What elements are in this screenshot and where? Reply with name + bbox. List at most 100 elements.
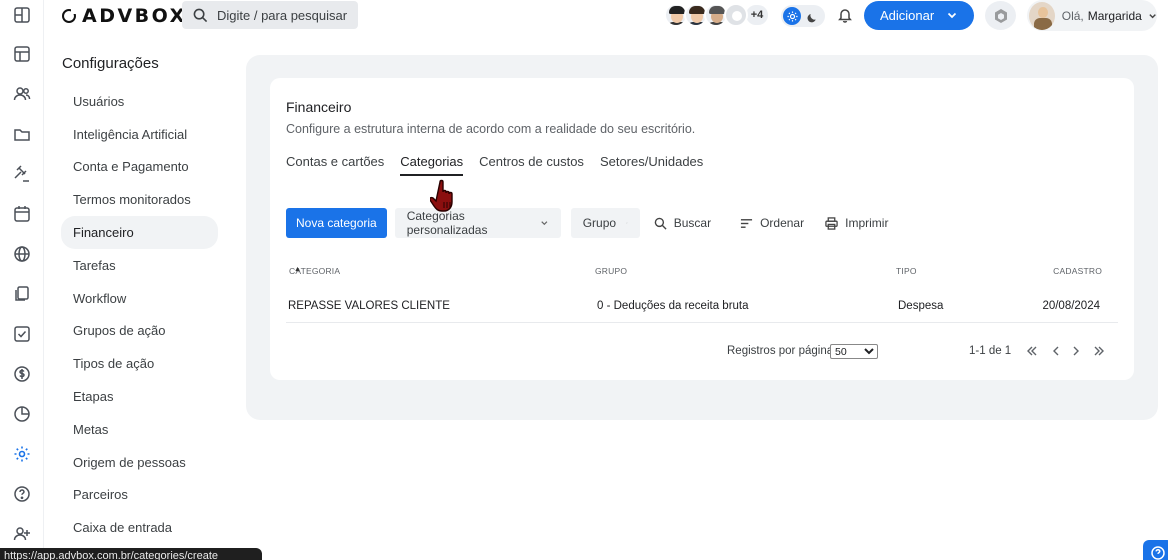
sidebar-item[interactable]: Conta e Pagamento (61, 151, 218, 184)
search-icon (654, 217, 667, 230)
search-button-label: Buscar (673, 216, 712, 230)
online-users[interactable]: +4 (664, 3, 770, 29)
check-square-icon[interactable] (13, 325, 31, 343)
globe-icon[interactable] (13, 245, 31, 263)
rows-per-page-select[interactable]: 50 (830, 344, 878, 359)
help-icon[interactable] (13, 485, 31, 503)
chevron-down-icon (541, 221, 548, 226)
print-button-label: Imprimir (845, 216, 889, 230)
group-select[interactable]: Grupo (570, 208, 640, 238)
pagination: Registros por página 50 1-1 de 1 (286, 344, 1118, 360)
tab-bar: Contas e cartões Categorias Centros de cus… (286, 154, 719, 176)
next-page-icon[interactable] (1069, 344, 1083, 358)
sidebar-item[interactable]: Metas (61, 413, 218, 446)
chevron-down-icon (626, 222, 628, 224)
dollar-icon[interactable] (13, 365, 31, 383)
column-header-type[interactable]: TIPO (896, 266, 917, 276)
cell-date: 20/08/2024 (1042, 300, 1100, 312)
sun-icon[interactable] (783, 7, 801, 25)
question-icon (1151, 546, 1165, 560)
folder-icon[interactable] (13, 125, 31, 143)
sort-asc-icon: ▲ (294, 266, 302, 273)
table-header: CATEGORIA ▲ GRUPO TIPO CADASTRO (286, 266, 1118, 280)
add-user-icon[interactable] (13, 525, 31, 543)
category-type-select[interactable]: Categorias personalizadas (394, 208, 561, 238)
cell-type: Despesa (898, 300, 944, 312)
tab[interactable]: Setores/Unidades (600, 154, 703, 176)
calendar-icon[interactable] (13, 205, 31, 223)
search-button[interactable]: Buscar (654, 216, 711, 230)
sidebar-item[interactable]: Tipos de ação (61, 347, 218, 380)
page-title: Financeiro (286, 99, 352, 115)
bell-icon[interactable] (837, 7, 853, 23)
last-page-icon[interactable] (1092, 344, 1106, 358)
sidebar-item[interactable]: Origem de pessoas (61, 446, 218, 479)
table-row[interactable]: REPASSE VALORES CLIENTE 0 - Deduções da … (286, 290, 1118, 323)
user-name: Margarida (1087, 8, 1142, 23)
hexagon-logo-icon (994, 8, 1007, 23)
tutorial-button[interactable] (985, 1, 1016, 30)
toolbar: Nova categoria Categorias personalizadas… (286, 208, 888, 238)
page-range: 1-1 de 1 (969, 345, 1012, 357)
add-button[interactable]: Adicionar (864, 1, 974, 30)
sidebar-item[interactable]: Termos monitorados (61, 183, 218, 216)
sidebar-item[interactable]: Parceiros (61, 479, 218, 512)
user-menu[interactable]: Olá, Margarida (1027, 0, 1157, 31)
tab[interactable]: Centros de custos (479, 154, 584, 176)
pie-chart-icon[interactable] (13, 405, 31, 423)
avatar (1029, 1, 1055, 30)
cell-category: REPASSE VALORES CLIENTE (288, 300, 450, 312)
tab[interactable]: Categorias (400, 154, 463, 176)
greeting: Olá, (1061, 8, 1084, 23)
sort-button[interactable]: Ordenar (740, 216, 804, 230)
chevron-down-icon (1149, 13, 1156, 18)
grid-icon[interactable] (13, 6, 31, 24)
first-page-icon[interactable] (1025, 344, 1039, 358)
theme-toggle[interactable] (781, 5, 825, 27)
add-button-label: Adicionar (880, 8, 935, 23)
column-header-date[interactable]: CADASTRO (1053, 266, 1102, 276)
new-category-button[interactable]: Nova categoria (286, 208, 387, 238)
search-input[interactable] (217, 7, 347, 23)
print-button[interactable]: Imprimir (825, 216, 888, 230)
chevron-down-icon (947, 12, 957, 19)
sidebar-item[interactable]: Inteligência Artificial (61, 118, 218, 151)
documents-icon[interactable] (13, 285, 31, 303)
help-chat-button[interactable] (1143, 540, 1168, 560)
prev-page-icon[interactable] (1049, 344, 1063, 358)
column-header-group[interactable]: GRUPO (595, 266, 627, 276)
tab[interactable]: Contas e cartões (286, 154, 384, 176)
sidebar-item[interactable]: Usuários (61, 85, 218, 118)
gavel-icon[interactable] (13, 165, 31, 183)
sidebar-item[interactable]: Caixa de entrada (61, 511, 218, 544)
search-icon (193, 8, 208, 22)
financeiro-card: Financeiro Configure a estrutura interna… (270, 78, 1134, 380)
rail-divider (43, 0, 44, 560)
sort-button-label: Ordenar (760, 216, 805, 230)
sidebar-item[interactable]: Workflow (61, 282, 218, 315)
printer-icon (825, 216, 838, 230)
group-select-label: Grupo (582, 216, 617, 230)
users-icon[interactable] (13, 85, 31, 103)
cell-group: 0 - Deduções da receita bruta (597, 300, 749, 312)
settings-menu: Usuários Inteligência Artificial Conta e P… (61, 85, 218, 544)
sort-lines-icon (741, 218, 753, 228)
sidebar-item[interactable]: Grupos de ação (61, 315, 218, 348)
moon-icon[interactable] (807, 10, 819, 23)
settings-title: Configurações (62, 55, 159, 72)
avatar[interactable] (724, 3, 748, 27)
hand-cursor-icon (430, 179, 453, 212)
sidebar-item[interactable]: Financeiro (61, 216, 218, 249)
advbox-logo[interactable]: ADVBOX (62, 5, 187, 27)
calendar-board-icon[interactable] (13, 45, 31, 63)
status-url: https://app.advbox.com.br/categories/cre… (0, 548, 262, 560)
page-subtitle: Configure a estrutura interna de acordo … (286, 122, 696, 136)
sidebar-item[interactable]: Tarefas (61, 249, 218, 282)
sidebar-item[interactable]: Etapas (61, 380, 218, 413)
settings-icon[interactable] (13, 445, 31, 463)
logo-mark-icon (62, 7, 78, 23)
logo-text: ADVBOX (82, 5, 187, 27)
rows-per-page-label: Registros por página (727, 345, 834, 357)
global-search[interactable] (182, 1, 358, 29)
category-type-label: Categorias personalizadas (406, 209, 488, 237)
